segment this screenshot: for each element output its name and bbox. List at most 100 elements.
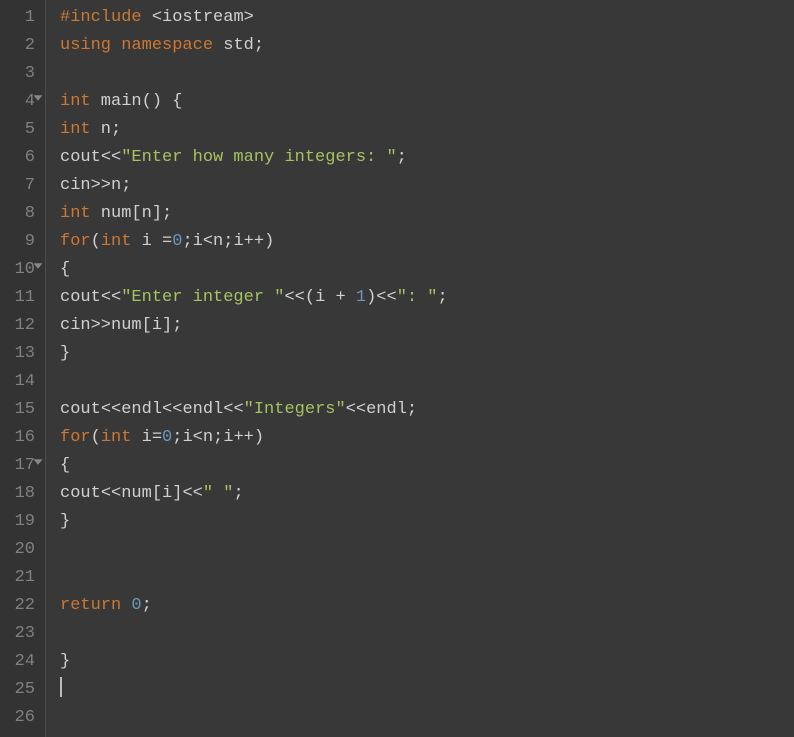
code-token: >> (91, 316, 111, 335)
fold-marker-icon[interactable] (34, 459, 43, 464)
code-token: [ (142, 316, 152, 335)
code-line[interactable]: } (60, 508, 794, 536)
code-line[interactable] (60, 60, 794, 88)
line-number: 10 (8, 256, 35, 284)
code-token: [ (131, 204, 141, 223)
code-token: int (101, 428, 132, 447)
code-token: i (152, 316, 162, 335)
code-token: ] (162, 316, 172, 335)
code-token: ; (397, 148, 407, 167)
code-token: return (60, 596, 121, 615)
code-editor[interactable]: 1234567891011121314151617181920212223242… (0, 0, 794, 737)
code-token: << (284, 288, 304, 307)
code-token: endl (182, 400, 223, 419)
code-token: n (91, 120, 111, 139)
code-token: using (60, 36, 111, 55)
line-number: 12 (8, 312, 35, 340)
code-line[interactable]: for(int i=0;i<n;i++) (60, 424, 794, 452)
code-token: << (101, 148, 121, 167)
line-number: 19 (8, 508, 35, 536)
code-token: 1 (356, 288, 366, 307)
text-cursor (60, 677, 62, 697)
code-token: ; (172, 428, 182, 447)
code-token: int (101, 232, 132, 251)
code-token: [ (152, 484, 162, 503)
line-number: 6 (8, 144, 35, 172)
code-token: ++ (244, 232, 264, 251)
code-token: namespace (121, 36, 213, 55)
code-line[interactable]: int num[n]; (60, 200, 794, 228)
line-number: 23 (8, 620, 35, 648)
code-line[interactable] (60, 536, 794, 564)
code-token: << (182, 484, 202, 503)
code-token: 0 (131, 596, 141, 615)
code-line[interactable]: int n; (60, 116, 794, 144)
line-number: 11 (8, 284, 35, 312)
code-line[interactable]: #include <iostream> (60, 4, 794, 32)
code-line[interactable]: cin>>num[i]; (60, 312, 794, 340)
code-token: = (152, 428, 162, 447)
line-number: 9 (8, 228, 35, 256)
code-token: ] (152, 204, 162, 223)
code-token: << (376, 288, 396, 307)
code-area[interactable]: #include <iostream>using namespace std; i… (46, 0, 794, 737)
code-token: ) (366, 288, 376, 307)
code-token: ; (438, 288, 448, 307)
code-line[interactable]: cout<<"Enter how many integers: "; (60, 144, 794, 172)
code-line[interactable] (60, 368, 794, 396)
line-number: 8 (8, 200, 35, 228)
code-token: "Enter integer " (121, 288, 284, 307)
code-line[interactable]: { (60, 452, 794, 480)
code-token: = (162, 232, 172, 251)
code-token: ; (254, 36, 264, 55)
code-token: i (315, 288, 335, 307)
code-token: ( (91, 428, 101, 447)
code-line[interactable]: cout<<num[i]<<" "; (60, 480, 794, 508)
code-line[interactable]: { (60, 256, 794, 284)
code-line[interactable]: cin>>n; (60, 172, 794, 200)
code-line[interactable]: } (60, 340, 794, 368)
line-number: 26 (8, 704, 35, 732)
code-token (162, 92, 172, 111)
code-token: main (91, 92, 142, 111)
code-token: num (91, 204, 132, 223)
code-token: i (162, 484, 172, 503)
line-number: 17 (8, 452, 35, 480)
line-number: 3 (8, 60, 35, 88)
line-number: 5 (8, 116, 35, 144)
code-token: for (60, 232, 91, 251)
code-token: ; (407, 400, 417, 419)
code-token: ; (162, 204, 172, 223)
fold-marker-icon[interactable] (34, 95, 43, 100)
code-token: < (193, 428, 203, 447)
code-line[interactable]: return 0; (60, 592, 794, 620)
code-token (121, 596, 131, 615)
code-token: n (111, 176, 121, 195)
code-token: < (152, 8, 162, 27)
code-token: ) (254, 428, 264, 447)
code-line[interactable] (60, 620, 794, 648)
code-line[interactable]: using namespace std; (60, 32, 794, 60)
code-line[interactable] (60, 564, 794, 592)
line-number: 16 (8, 424, 35, 452)
fold-marker-icon[interactable] (34, 263, 43, 268)
code-line[interactable]: } (60, 648, 794, 676)
code-token: ": " (397, 288, 438, 307)
line-number: 2 (8, 32, 35, 60)
code-line[interactable] (60, 704, 794, 732)
code-token: + (335, 288, 345, 307)
code-token: ; (213, 428, 223, 447)
code-token: ( (305, 288, 315, 307)
code-line[interactable] (60, 676, 794, 704)
code-token: num (121, 484, 152, 503)
code-token: i (233, 232, 243, 251)
code-line[interactable]: cout<<endl<<endl<<"Integers"<<endl; (60, 396, 794, 424)
code-token: ; (233, 484, 243, 503)
line-number-gutter: 1234567891011121314151617181920212223242… (0, 0, 46, 737)
code-line[interactable]: int main() { (60, 88, 794, 116)
code-token: () (142, 92, 162, 111)
code-line[interactable]: cout<<"Enter integer "<<(i + 1)<<": "; (60, 284, 794, 312)
code-token: "Enter how many integers: " (121, 148, 396, 167)
code-token: << (101, 484, 121, 503)
code-line[interactable]: for(int i =0;i<n;i++) (60, 228, 794, 256)
